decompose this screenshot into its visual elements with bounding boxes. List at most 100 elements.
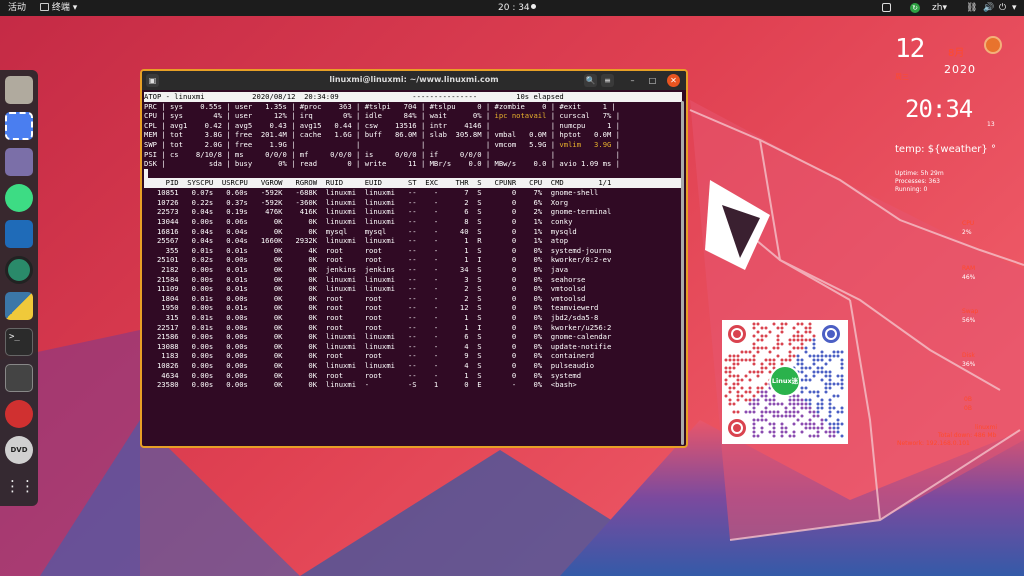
qr-module (752, 402, 756, 406)
terminal-icon (40, 3, 49, 11)
qr-module (740, 358, 744, 362)
dock-camera-icon[interactable] (5, 256, 33, 284)
qr-module (824, 430, 828, 434)
dock-vscode-icon[interactable] (5, 220, 33, 248)
qr-module (784, 426, 788, 430)
qr-module (820, 366, 824, 370)
stat-line-dsk: DSK | sda | busy 0% | read 0 | write 11 … (144, 159, 620, 169)
chevron-down-icon: ▾ (942, 3, 947, 13)
qr-module (840, 366, 844, 370)
qr-module (732, 362, 736, 366)
terminal-window[interactable]: ▣ linuxmi@linuxmi: ~/www.linuxmi.com 🔍 ≡… (140, 69, 688, 448)
process-list: 10851 0.07s 0.60s -592K -688K linuxmi li… (144, 188, 682, 390)
qr-module (812, 434, 816, 438)
qr-module (756, 374, 760, 378)
qr-module (804, 330, 808, 334)
minimize-icon[interactable]: – (626, 74, 639, 87)
terminal-content[interactable]: ATOP - linuxmi 2020/08/12 20:34:09 -----… (144, 92, 682, 390)
qr-module (776, 410, 780, 414)
activities-button[interactable]: 活动 (8, 2, 26, 14)
tray-app-icon[interactable] (882, 3, 891, 12)
volume-icon[interactable]: 🔊 (983, 2, 994, 14)
qr-module (808, 322, 812, 326)
qr-module (752, 430, 756, 434)
qr-module (792, 338, 796, 342)
qr-module (832, 430, 836, 434)
qr-module (760, 346, 764, 350)
app-menu[interactable]: 终端 ▾ (40, 2, 77, 14)
qr-module (752, 322, 756, 326)
qr-module (816, 370, 820, 374)
qr-finder-pattern (733, 424, 741, 432)
maximize-icon[interactable]: □ (646, 74, 659, 87)
qr-module (796, 338, 800, 342)
qr-module (732, 374, 736, 378)
qr-module (736, 358, 740, 362)
qr-module (820, 402, 824, 406)
qr-module (800, 402, 804, 406)
qr-module (740, 378, 744, 382)
qr-module (816, 390, 820, 394)
qr-module (728, 398, 732, 402)
close-icon[interactable]: ✕ (667, 74, 680, 87)
qr-module (728, 358, 732, 362)
qr-module (764, 346, 768, 350)
qr-module (812, 414, 816, 418)
qr-module (748, 370, 752, 374)
qr-module (808, 422, 812, 426)
dock-dvd-icon[interactable]: DVD (5, 436, 33, 464)
qr-module (804, 366, 808, 370)
qr-module (768, 402, 772, 406)
qr-module (748, 390, 752, 394)
power-icon[interactable]: ⏻ (999, 2, 1006, 14)
clock[interactable]: 20 : 34 (498, 2, 530, 14)
qr-module (812, 426, 816, 430)
update-icon[interactable]: ↻ (910, 3, 920, 13)
show-applications-icon[interactable]: ⋮⋮ (5, 472, 35, 500)
qr-module (764, 382, 768, 386)
qr-module (724, 366, 728, 370)
qr-module (728, 402, 732, 406)
qr-module (752, 426, 756, 430)
qr-module (752, 406, 756, 410)
qr-module (756, 350, 760, 354)
ubuntu-logo-icon (984, 36, 1002, 54)
search-icon[interactable]: 🔍 (584, 74, 597, 87)
conky-time: 20:34 (905, 95, 973, 123)
qr-module (824, 354, 828, 358)
qr-module (820, 426, 824, 430)
process-row: 315 0.01s 0.00s 0K 0K root root -- - 1 S… (144, 313, 599, 323)
qr-module (780, 430, 784, 434)
qr-module (796, 330, 800, 334)
dock-android-studio-icon[interactable] (5, 184, 33, 212)
dock-terminal-icon[interactable]: >_ (5, 328, 33, 356)
terminal-scrollbar[interactable] (681, 101, 684, 445)
stat-line-mem: MEM | tot 3.8G | free 201.4M | cache 1.6… (144, 130, 620, 140)
chevron-down-icon[interactable]: ▾ (1012, 2, 1017, 14)
qr-module (812, 362, 816, 366)
qr-module (752, 398, 756, 402)
dock-screenshot-icon[interactable] (5, 112, 33, 140)
window-titlebar[interactable]: ▣ linuxmi@linuxmi: ~/www.linuxmi.com 🔍 ≡… (142, 71, 686, 90)
network-icon[interactable]: ⛓ (966, 2, 977, 14)
process-row: 22517 0.01s 0.00s 0K 0K root root -- - 1… (144, 322, 612, 332)
qr-module (780, 326, 784, 330)
qr-module (728, 366, 732, 370)
input-method[interactable]: zh▾ (932, 2, 947, 14)
qr-module (824, 370, 828, 374)
qr-module (772, 322, 776, 326)
qr-module (832, 426, 836, 430)
dock-python-icon[interactable] (5, 292, 33, 320)
dvd-label: DVD (10, 446, 28, 454)
qr-module (788, 350, 792, 354)
qr-module (760, 426, 764, 430)
qr-module (776, 342, 780, 346)
dock-files-icon[interactable] (5, 76, 33, 104)
menu-icon[interactable]: ≡ (601, 74, 614, 87)
dock-spider-icon[interactable] (5, 400, 33, 428)
qr-module (804, 422, 808, 426)
dock-settings-icon[interactable] (5, 148, 33, 176)
qr-module (736, 394, 740, 398)
process-row: 4634 0.00s 0.00s 0K 0K root root -- - 1 … (144, 370, 582, 380)
dock-calculator-icon[interactable] (5, 364, 33, 392)
